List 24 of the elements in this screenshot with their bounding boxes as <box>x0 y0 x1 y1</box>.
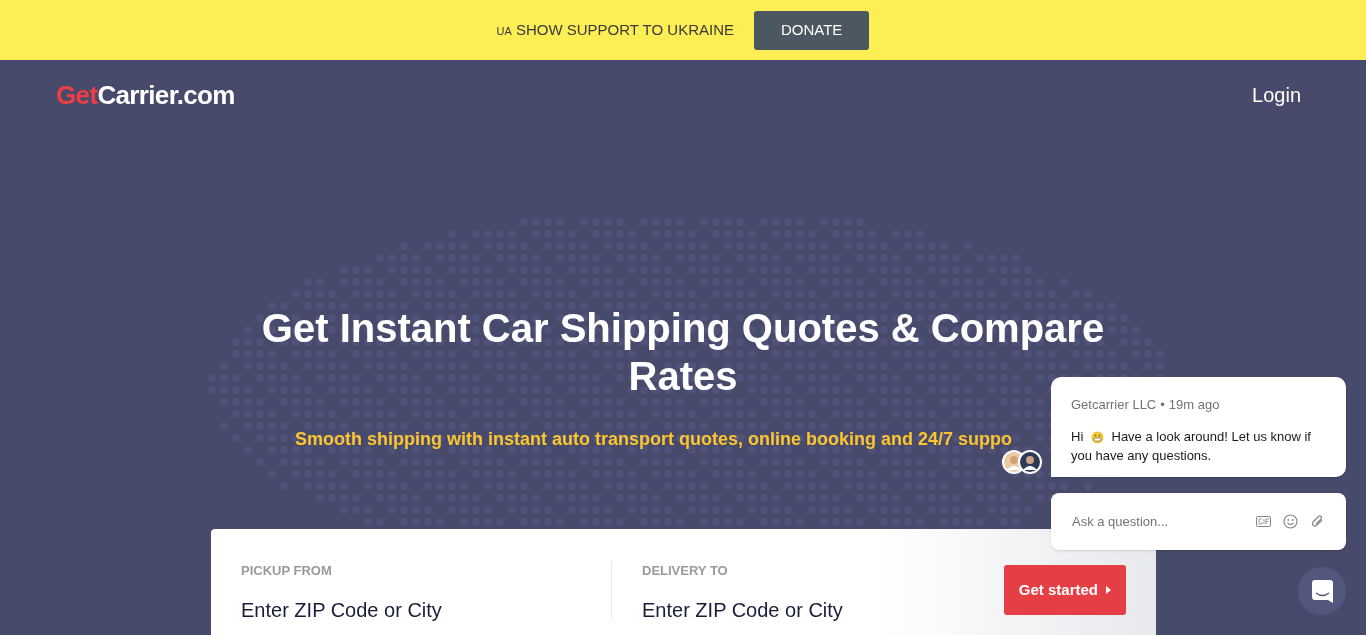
agent-avatar <box>1018 450 1042 474</box>
question-input[interactable]: Ask a question... <box>1072 511 1232 532</box>
attachment-icon[interactable] <box>1310 514 1325 529</box>
message-time: 19m ago <box>1168 396 1220 414</box>
caret-icon <box>1106 586 1111 594</box>
chat-message: Hi Have a look around! Let us know if you have any questions. <box>1071 427 1312 465</box>
chat-icon <box>1311 579 1333 603</box>
location-input[interactable]: Enter ZIP Code or City <box>642 594 972 625</box>
grin-emoji-icon <box>1090 430 1104 444</box>
get-started-button[interactable]: Get started <box>1003 565 1126 615</box>
site-logo[interactable]: GetCarrier.com <box>56 75 235 115</box>
chat-launcher-button[interactable] <box>1298 567 1346 615</box>
separator-dot: • <box>1160 396 1165 414</box>
field-label: PICKUP FROM <box>241 562 333 580</box>
location-input[interactable]: Enter ZIP Code or City <box>241 594 571 625</box>
banner-text: SHOW SUPPORT TO UKRAINE <box>515 20 734 38</box>
chat-input[interactable]: Ask a question... <box>1051 493 1346 550</box>
flag-code: UA <box>496 24 512 37</box>
donate-button[interactable]: DONATE <box>754 10 870 50</box>
login-link[interactable]: Login <box>1252 80 1301 110</box>
field-label: DELIVERY TO <box>642 562 729 580</box>
gif-icon[interactable] <box>1256 516 1271 527</box>
hero-subtitle: Smooth shipping with instant auto transport quotes, online booking and 24/7 suppo <box>295 428 1012 451</box>
emoji-icon[interactable] <box>1283 514 1298 529</box>
